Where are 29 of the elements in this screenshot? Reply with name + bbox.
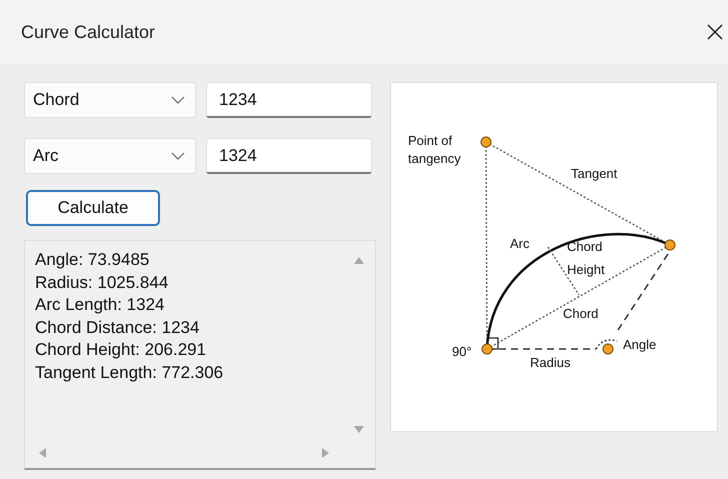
diagram-label: Arc xyxy=(510,236,530,251)
dropdown[interactable]: Chord xyxy=(24,82,196,118)
diagram-label: Radius xyxy=(530,355,570,370)
diagram-label: Point of xyxy=(408,133,452,148)
result-line: Tangent Length: 772.306 xyxy=(35,362,224,384)
input-field[interactable]: 1324 xyxy=(206,138,372,174)
result-line: Chord Height: 206.291 xyxy=(35,339,208,361)
chevron-icon xyxy=(171,96,185,104)
calculate-button[interactable]: Calculate xyxy=(26,190,160,226)
input-field[interactable]: 1234 xyxy=(206,82,372,118)
result-line: Angle: 73.9485 xyxy=(35,249,150,271)
result-line: Arc Length: 1324 xyxy=(35,294,166,316)
window-title: Curve Calculator xyxy=(21,22,156,42)
diagram-label: tangency xyxy=(408,151,461,166)
diagram-label: Chord xyxy=(563,306,598,321)
diagram-label: 90° xyxy=(452,344,472,359)
diagram-label: Chord xyxy=(567,239,602,254)
scroll-right-icon[interactable] xyxy=(321,447,331,459)
result-line: Radius: 1025.844 xyxy=(35,272,170,294)
diagram-label: Tangent xyxy=(571,166,618,181)
scroll-down-icon[interactable] xyxy=(353,425,365,435)
scroll-left-icon[interactable] xyxy=(37,447,47,459)
dropdown[interactable]: Arc xyxy=(24,138,196,174)
diagram-label: Angle xyxy=(623,337,656,352)
diagram-label: Height xyxy=(567,262,605,277)
close-icon[interactable] xyxy=(706,23,724,41)
scroll-up-icon[interactable] xyxy=(353,255,365,265)
result-line: Chord Distance: 1234 xyxy=(35,316,200,338)
chevron-icon xyxy=(171,152,185,160)
